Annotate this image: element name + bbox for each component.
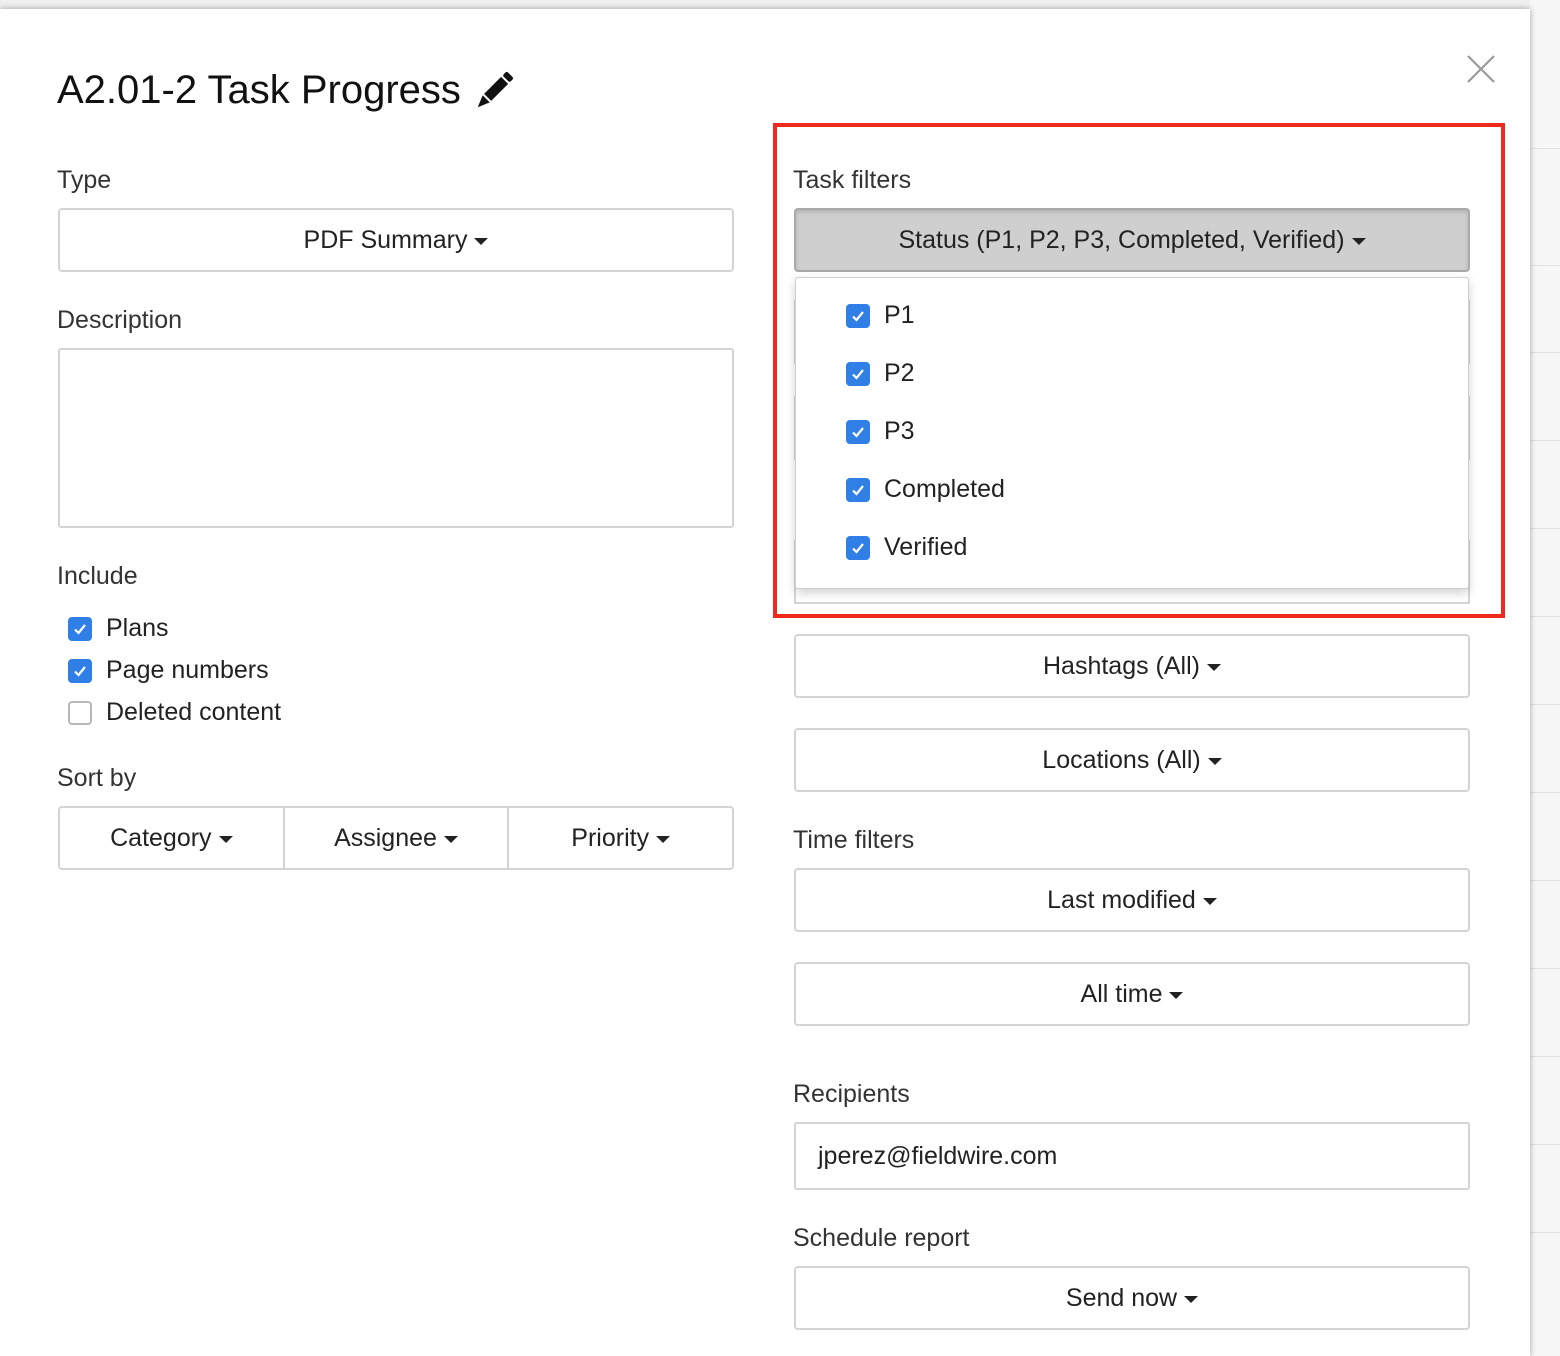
status-option-label: P2 [884, 359, 915, 387]
caret-down-icon [218, 836, 233, 843]
checkbox-checked-icon[interactable] [846, 535, 870, 560]
status-option-p2[interactable]: P2 [846, 359, 915, 388]
hashtags-filter-value: Hashtags (All) [1043, 651, 1200, 680]
background-page-strip [1530, 0, 1560, 1356]
caret-down-icon [1351, 238, 1366, 245]
include-label: Include [57, 562, 138, 590]
status-filter-dropdown[interactable]: Status (P1, P2, P3, Completed, Verified) [794, 208, 1470, 272]
close-icon [1467, 55, 1495, 83]
include-deleted-content[interactable]: Deleted content [68, 698, 281, 727]
caret-down-icon [1207, 758, 1222, 765]
status-option-label: P3 [884, 417, 915, 445]
locations-filter-dropdown[interactable]: Locations (All) [794, 728, 1470, 792]
status-options-menu: P1 P2 P3 Completed Verified [795, 277, 1469, 589]
description-textarea[interactable] [58, 348, 734, 528]
schedule-report-label: Schedule report [793, 1224, 970, 1252]
time-range-value: All time [1080, 979, 1163, 1008]
status-option-label: Completed [884, 475, 1005, 503]
locations-filter-value: Locations (All) [1042, 745, 1201, 774]
caret-down-icon [474, 238, 489, 245]
include-plans-label: Plans [106, 614, 169, 642]
status-option-p1[interactable]: P1 [846, 301, 915, 330]
task-filters-label: Task filters [793, 166, 912, 194]
status-option-verified[interactable]: Verified [846, 533, 967, 562]
status-option-p3[interactable]: P3 [846, 417, 915, 446]
sort-priority-label: Priority [571, 823, 650, 852]
pencil-icon[interactable] [473, 70, 515, 112]
time-filters-label: Time filters [793, 826, 915, 854]
time-field-value: Last modified [1047, 885, 1196, 914]
checkbox-checked-icon[interactable] [846, 477, 870, 502]
background-page-top [0, 0, 1530, 9]
sort-by-group: Category Assignee Priority [58, 806, 735, 870]
caret-down-icon [1207, 664, 1221, 671]
time-field-dropdown[interactable]: Last modified [794, 868, 1470, 932]
report-title-text: A2.01-2 Task Progress [57, 68, 461, 112]
status-option-label: Verified [884, 533, 968, 561]
time-range-dropdown[interactable]: All time [794, 962, 1470, 1026]
caret-down-icon [443, 836, 458, 843]
status-option-completed[interactable]: Completed [846, 475, 1005, 504]
sort-priority-dropdown[interactable]: Priority [507, 806, 735, 870]
caret-down-icon [1184, 1296, 1199, 1303]
sort-assignee-label: Assignee [334, 823, 437, 852]
recipients-input[interactable]: jperez@fieldwire.com [794, 1122, 1470, 1190]
type-dropdown-value: PDF Summary [303, 225, 468, 254]
status-option-label: P1 [884, 301, 915, 329]
description-label: Description [57, 306, 183, 334]
sort-assignee-dropdown[interactable]: Assignee [282, 806, 510, 870]
caret-down-icon [1169, 992, 1184, 999]
close-button[interactable] [1465, 53, 1497, 85]
schedule-value: Send now [1065, 1283, 1178, 1312]
checkbox-checked-icon[interactable] [846, 303, 870, 328]
schedule-dropdown[interactable]: Send now [794, 1266, 1470, 1330]
include-deleted-content-label: Deleted content [106, 698, 282, 726]
sort-by-label: Sort by [57, 764, 137, 792]
sort-category-label: Category [110, 823, 212, 852]
checkbox-checked-icon[interactable] [68, 658, 92, 683]
checkbox-unchecked-icon[interactable] [68, 700, 92, 725]
status-filter-value: Status (P1, P2, P3, Completed, Verified) [898, 225, 1345, 254]
type-label: Type [57, 166, 112, 194]
include-plans[interactable]: Plans [68, 614, 169, 643]
hashtags-filter-dropdown[interactable]: Hashtags (All) [794, 634, 1470, 698]
caret-down-icon [656, 836, 671, 843]
sort-category-dropdown[interactable]: Category [58, 806, 285, 870]
caret-down-icon [1202, 898, 1217, 905]
checkbox-checked-icon[interactable] [846, 361, 870, 386]
recipients-label: Recipients [793, 1080, 910, 1108]
checkbox-checked-icon[interactable] [846, 419, 870, 444]
include-page-numbers[interactable]: Page numbers [68, 656, 269, 685]
checkbox-checked-icon[interactable] [68, 616, 92, 641]
report-title: A2.01-2 Task Progress [57, 68, 515, 113]
type-dropdown[interactable]: PDF Summary [58, 208, 734, 272]
recipients-value: jperez@fieldwire.com [818, 1141, 1058, 1170]
include-page-numbers-label: Page numbers [106, 656, 269, 684]
